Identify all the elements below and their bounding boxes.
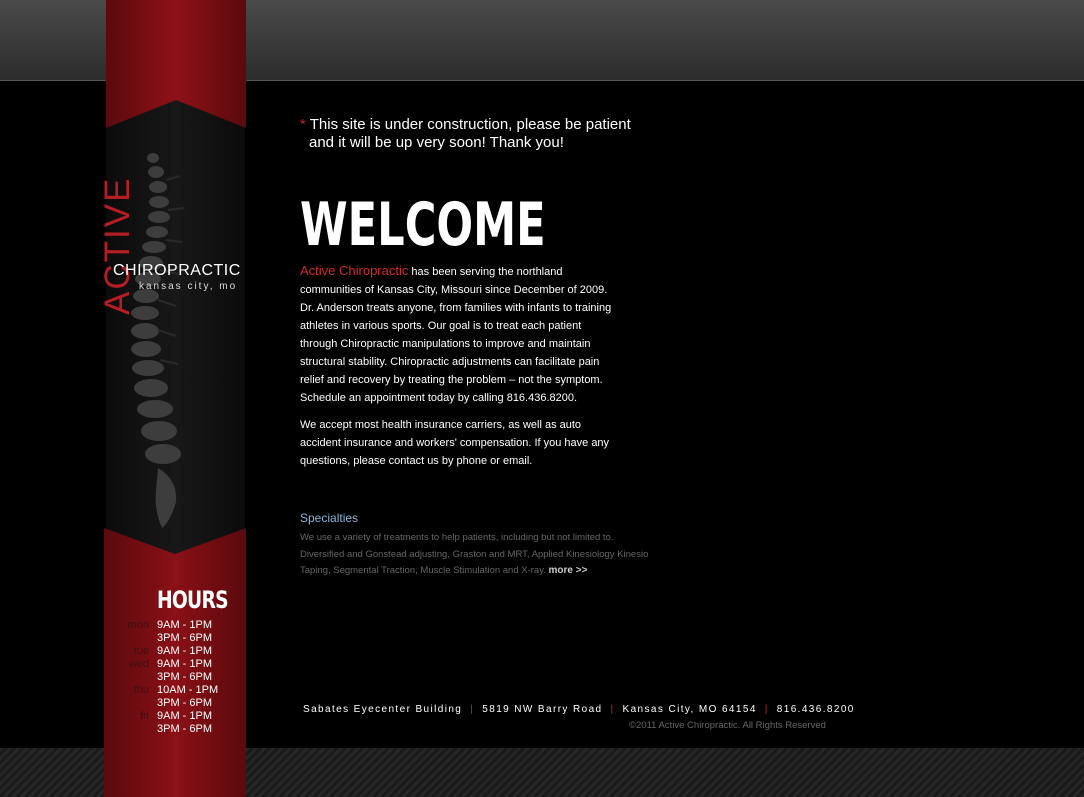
hours-row: 3PM - 6PM	[112, 723, 218, 736]
footer-building: Sabates Eyecenter Building	[303, 704, 463, 715]
hours-row: 3PM - 6PM	[112, 632, 218, 645]
notice-line-1: * This site is under construction, pleas…	[300, 116, 631, 134]
ribbon-top	[106, 0, 246, 128]
hours-day	[112, 671, 157, 684]
specialties-title: Specialties	[300, 511, 359, 525]
hours-day	[112, 632, 157, 645]
hours-time: 10AM - 1PM	[157, 684, 219, 696]
hours-row: mon 9AM - 1PM	[112, 619, 218, 632]
hours-time: 9AM - 1PM	[157, 710, 213, 722]
logo-active-text: ACTIVE	[98, 176, 137, 315]
hours-day: thu	[133, 684, 149, 696]
hours-row: wed 9AM - 1PM	[112, 658, 218, 671]
hours-row: tue 9AM - 1PM	[112, 645, 218, 658]
hours-day	[112, 697, 157, 710]
specialties-text: We use a variety of treatments to help p…	[300, 530, 660, 580]
footer-address: Sabates Eyecenter Building | 5819 NW Barry…	[303, 704, 855, 715]
intro-paragraph-1-text: has been serving the northland communiti…	[300, 266, 612, 404]
hours-day: fri	[139, 710, 149, 722]
hours-day: wed	[128, 658, 149, 670]
notice-text-1: This site is under construction, please …	[309, 116, 631, 133]
notice-text-2: and it will be up very soon! Thank you!	[309, 134, 564, 151]
hours-day	[112, 723, 157, 736]
hours-time: 9AM - 1PM	[157, 645, 213, 657]
hours-row: 3PM - 6PM	[112, 671, 218, 684]
hours-day: mon	[127, 619, 149, 631]
logo-city-text: kansas city, mo	[139, 281, 238, 292]
brand-name: Active Chiropractic	[300, 263, 409, 278]
intro-paragraph-1: Active Chiropractic has been serving the…	[300, 262, 620, 407]
hours-time: 3PM - 6PM	[157, 632, 213, 644]
more-link[interactable]: more >>	[549, 565, 588, 576]
footer-city: Kansas City, MO 64154	[622, 704, 757, 715]
hours-time: 3PM - 6PM	[157, 697, 213, 709]
hours-row: 3PM - 6PM	[112, 697, 218, 710]
hours-time: 3PM - 6PM	[157, 723, 213, 735]
specialties-description: We use a variety of treatments to help p…	[300, 532, 649, 576]
intro-text: Active Chiropractic has been serving the…	[300, 262, 620, 479]
footer-separator: |	[764, 704, 769, 715]
hours-time: 9AM - 1PM	[157, 619, 213, 631]
welcome-heading: WELCOME	[300, 190, 546, 260]
hours-title: HOURS	[157, 586, 229, 614]
hours-row: fri 9AM - 1PM	[112, 710, 218, 723]
footer-copyright: ©2011 Active Chiropractic. All Rights Re…	[629, 720, 826, 731]
construction-notice: * This site is under construction, pleas…	[300, 116, 631, 152]
footer-phone: 816.436.8200	[776, 704, 855, 715]
footer-separator: |	[470, 704, 475, 715]
footer-separator: |	[610, 704, 615, 715]
footer-street: 5819 NW Barry Road	[482, 704, 603, 715]
hours-table: mon 9AM - 1PM 3PM - 6PM tue 9AM - 1PM wed 9…	[112, 619, 219, 736]
hours-time: 9AM - 1PM	[157, 658, 213, 670]
notice-asterisk: *	[300, 116, 306, 133]
hours-row: thu 10AM - 1PM	[112, 684, 218, 697]
hours-time: 3PM - 6PM	[157, 671, 213, 683]
hours-day: tue	[133, 645, 149, 657]
intro-paragraph-2: We accept most health insurance carriers…	[300, 419, 610, 467]
logo-chiropractic-text: CHIROPRACTIC	[113, 262, 241, 279]
